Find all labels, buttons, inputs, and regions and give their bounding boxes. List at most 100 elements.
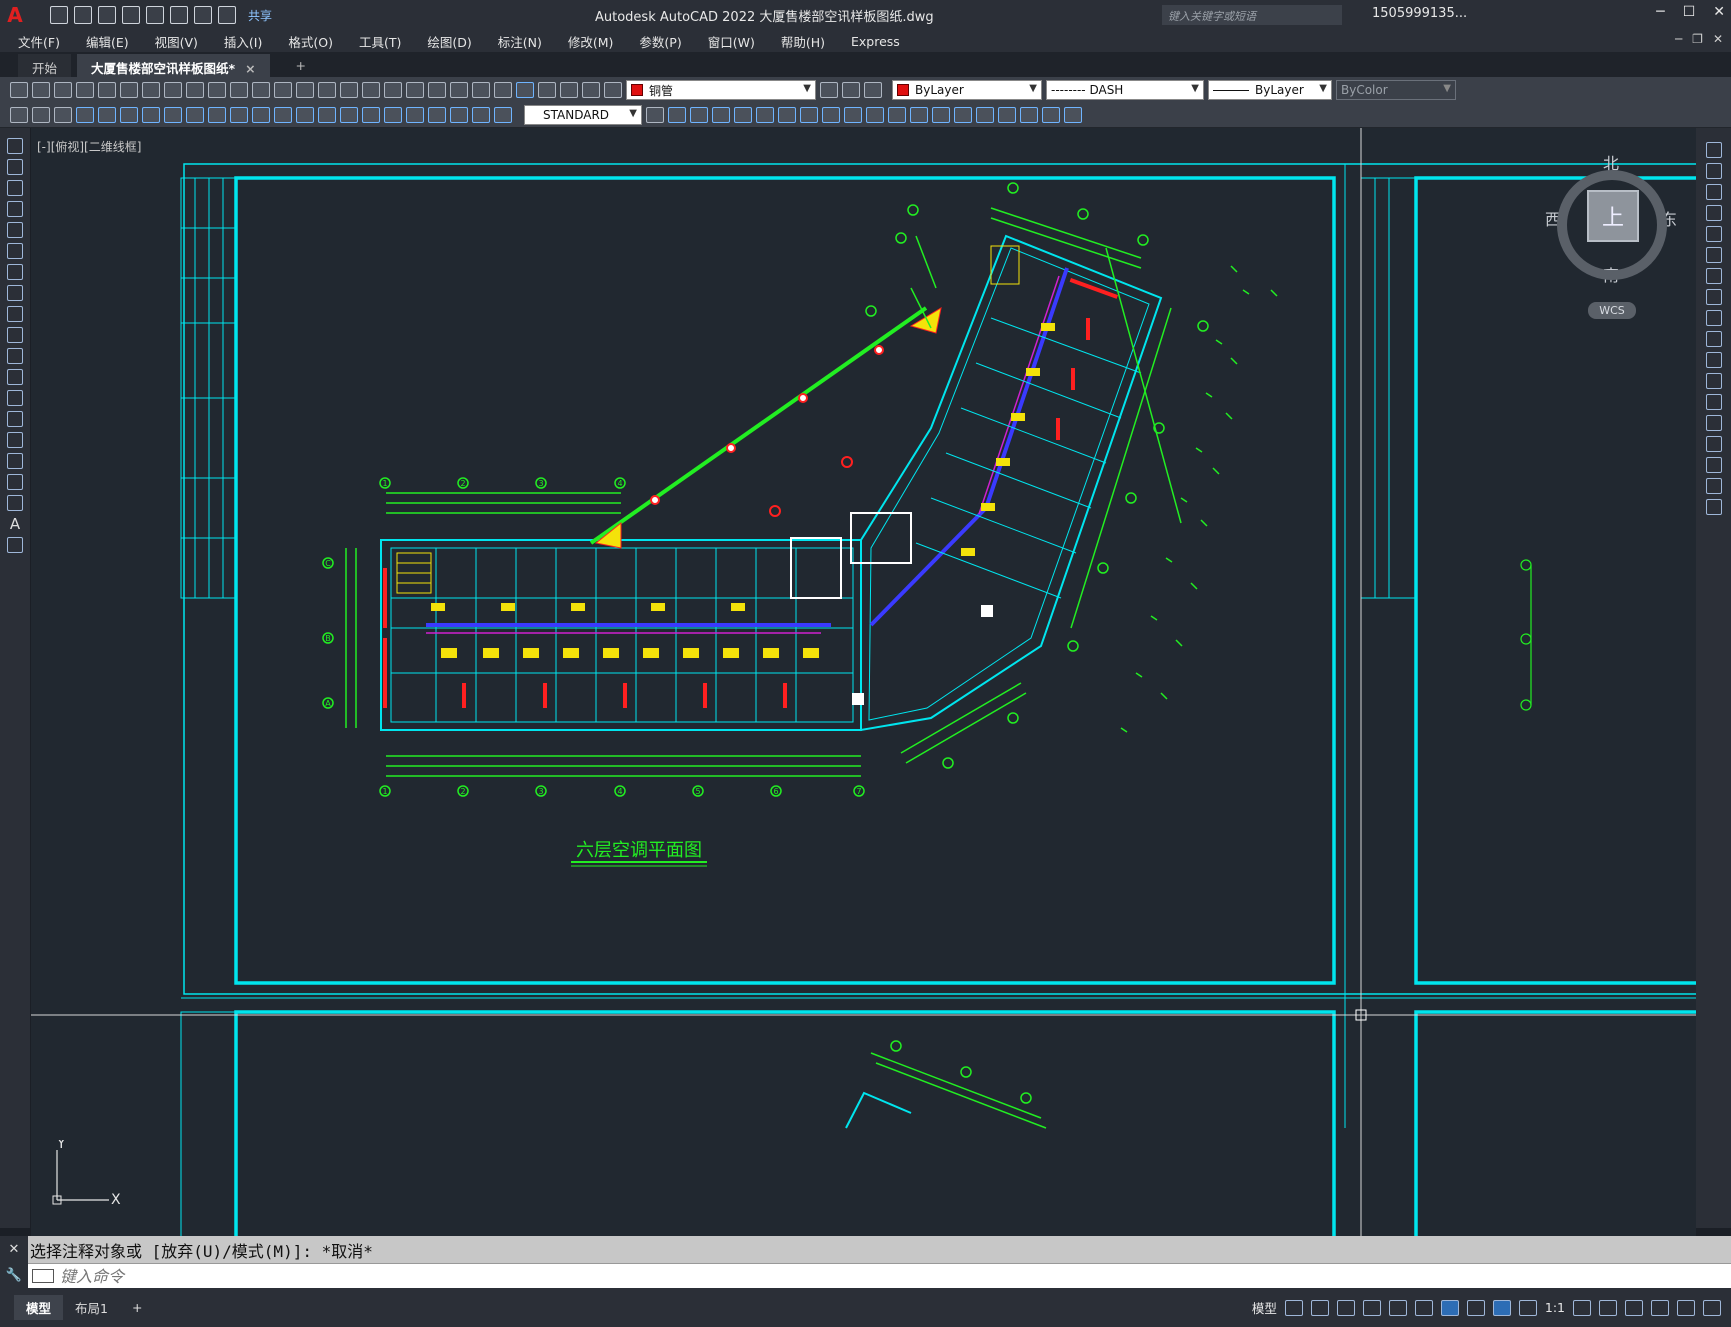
tool-palettes-icon[interactable] — [428, 82, 446, 98]
ungroup-icon[interactable] — [1042, 107, 1060, 123]
attribute-icon[interactable] — [54, 107, 72, 123]
menu-insert[interactable]: 插入(I) — [224, 32, 262, 51]
menu-dimension[interactable]: 标注(N) — [498, 32, 542, 51]
add-selected-icon[interactable] — [7, 537, 23, 553]
isolate-objects-icon[interactable] — [1625, 1299, 1643, 1316]
customization-menu-icon[interactable] — [1703, 1299, 1721, 1316]
blend-curves-icon[interactable] — [1705, 478, 1722, 494]
model-space-canvas[interactable]: [-][俯视][二维线框] 1 2 3 4 1 2 3 4 5 6 7 C B … — [31, 128, 1696, 1236]
object-snap-icon[interactable] — [1440, 1299, 1459, 1316]
publish-icon[interactable] — [120, 82, 138, 98]
workspace-gear-icon[interactable] — [1573, 1299, 1591, 1316]
user-account[interactable]: 1505999135... — [1372, 6, 1467, 21]
offset-icon[interactable] — [1705, 205, 1722, 221]
linetype-dropdown[interactable]: -------- DASH ▼ — [1046, 80, 1204, 100]
rotate-icon[interactable] — [1705, 268, 1722, 284]
save-icon[interactable] — [54, 82, 72, 98]
command-prompt-icon[interactable] — [32, 1269, 54, 1283]
break-at-point-icon[interactable] — [1705, 373, 1722, 389]
redo-icon[interactable] — [218, 6, 236, 24]
save-icon[interactable] — [98, 6, 116, 24]
clean-screen-icon[interactable] — [1677, 1299, 1695, 1316]
dimstyle-dropdown[interactable]: STANDARD ▼ — [524, 105, 642, 125]
chamfer-icon[interactable] — [1705, 436, 1722, 452]
add-layout-button[interactable]: + — [120, 1297, 154, 1318]
zoom-previous-icon[interactable] — [362, 82, 380, 98]
viewcube-top-face[interactable]: 上 — [1587, 190, 1639, 242]
revision-cloud-icon[interactable] — [7, 285, 23, 301]
scale-icon[interactable] — [1705, 289, 1722, 305]
copy-icon[interactable] — [1705, 163, 1722, 179]
array-icon[interactable] — [734, 107, 752, 123]
array-icon[interactable] — [1705, 226, 1722, 242]
close-icon[interactable]: ✕ — [1713, 4, 1725, 20]
insert-block-icon[interactable] — [7, 369, 23, 385]
layer-states-icon[interactable] — [864, 82, 882, 98]
dimension-break-icon[interactable] — [340, 107, 358, 123]
dimension-text-edit-icon[interactable] — [472, 107, 490, 123]
baseline-dimension-icon[interactable] — [274, 107, 292, 123]
zoom-window-icon[interactable] — [340, 82, 358, 98]
draworder-icon[interactable] — [1064, 107, 1082, 123]
group-icon[interactable] — [1020, 107, 1038, 123]
maximize-icon[interactable]: ☐ — [1683, 4, 1696, 20]
continue-dimension-icon[interactable] — [296, 107, 314, 123]
polar-tracking-icon[interactable] — [1362, 1299, 1381, 1316]
annotation-visibility-icon[interactable] — [1492, 1299, 1511, 1316]
extend-icon[interactable] — [1705, 352, 1722, 368]
undo-icon[interactable] — [194, 6, 212, 24]
join-icon[interactable] — [1705, 415, 1722, 431]
menu-tools[interactable]: 工具(T) — [359, 32, 401, 51]
ellipse-icon[interactable] — [7, 327, 23, 343]
copy-object-icon[interactable] — [668, 107, 686, 123]
polygon-icon[interactable] — [7, 201, 23, 217]
fillet-icon[interactable] — [954, 107, 972, 123]
dimension-style-icon[interactable] — [646, 107, 664, 123]
center-mark-icon[interactable] — [384, 107, 402, 123]
plot-icon[interactable] — [76, 82, 94, 98]
calculator-icon[interactable] — [494, 82, 512, 98]
layer-lock-icon[interactable] — [604, 82, 622, 98]
match-properties-icon[interactable] — [230, 82, 248, 98]
isodraft-icon[interactable] — [1388, 1299, 1407, 1316]
layer-on-icon[interactable] — [560, 82, 578, 98]
linear-dimension-icon[interactable] — [76, 107, 94, 123]
save-as-icon[interactable] — [122, 6, 140, 24]
minimize-icon[interactable]: ─ — [1656, 4, 1664, 20]
arc-icon[interactable] — [7, 243, 23, 259]
qnew-icon[interactable] — [10, 82, 28, 98]
layer-previous-icon[interactable] — [842, 82, 860, 98]
diameter-dimension-icon[interactable] — [208, 107, 226, 123]
stretch-icon[interactable] — [822, 107, 840, 123]
spline-icon[interactable] — [7, 306, 23, 322]
break-icon[interactable] — [1705, 394, 1722, 410]
new-tab-button[interactable]: + — [282, 54, 320, 77]
layer-dropdown[interactable]: 铜管 ▼ — [626, 80, 816, 100]
grid-icon[interactable] — [1284, 1299, 1303, 1316]
design-center-icon[interactable] — [406, 82, 424, 98]
customize-wrench-icon[interactable]: 🔧 — [6, 1268, 22, 1283]
menu-edit[interactable]: 编辑(E) — [86, 32, 129, 51]
trim-icon[interactable] — [1705, 331, 1722, 347]
layer-properties-icon[interactable] — [538, 82, 556, 98]
break-icon[interactable] — [888, 107, 906, 123]
preview-icon[interactable] — [98, 82, 116, 98]
dimension-edit-icon[interactable] — [450, 107, 468, 123]
insert-block-icon[interactable] — [32, 107, 50, 123]
copy-icon[interactable] — [186, 82, 204, 98]
menu-help[interactable]: 帮助(H) — [781, 32, 825, 51]
dimension-update-icon[interactable] — [494, 107, 512, 123]
auto-scale-icon[interactable] — [1518, 1299, 1537, 1316]
doc-restore-icon[interactable]: ❐ — [1692, 32, 1703, 46]
annotation-monitor-icon[interactable] — [1599, 1299, 1617, 1316]
table-icon[interactable] — [7, 495, 23, 511]
region-icon[interactable] — [7, 474, 23, 490]
extend-icon[interactable] — [866, 107, 884, 123]
command-input[interactable] — [60, 1266, 1560, 1286]
ellipse-arc-icon[interactable] — [7, 348, 23, 364]
tab-model[interactable]: 模型 — [14, 1295, 64, 1320]
hatch-icon[interactable] — [7, 432, 23, 448]
erase-icon[interactable] — [1705, 142, 1722, 158]
open-file-icon[interactable] — [74, 6, 92, 24]
sheet-set-icon[interactable] — [450, 82, 468, 98]
